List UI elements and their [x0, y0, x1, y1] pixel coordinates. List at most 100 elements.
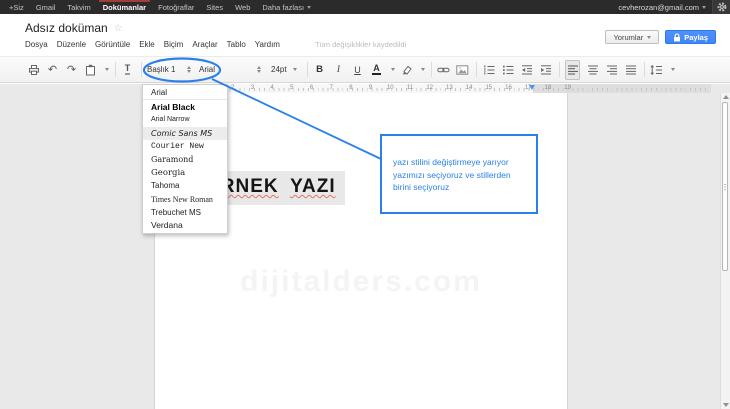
ruler-numbers: 12345678910111213141516171819 — [0, 84, 730, 93]
chevron-down-icon[interactable] — [421, 68, 425, 71]
highlight-color-button[interactable] — [400, 61, 413, 79]
topbar-right: cevherozan@gmail.com — [612, 0, 730, 14]
font-option-arial[interactable]: Arial — [143, 86, 227, 100]
font-option-arial-narrow[interactable]: Arial Narrow — [143, 113, 227, 126]
topbar-link-sites[interactable]: Sites — [200, 0, 229, 14]
menu-format[interactable]: Biçim — [164, 40, 184, 49]
toolbar-separator — [307, 62, 308, 77]
font-option-comic-sans[interactable]: Comic Sans MS — [143, 127, 227, 140]
topbar-link-documents[interactable]: Dokümanlar — [97, 0, 152, 14]
font-option-arial-black[interactable]: Arial Black — [143, 100, 227, 113]
outdent-button[interactable] — [520, 61, 533, 79]
indent-button[interactable] — [539, 61, 552, 79]
ruler-number: 4 — [267, 85, 277, 91]
numbered-list-icon — [483, 64, 495, 76]
document-canvas: ÖRNEK YAZI dijitalders.com — [0, 93, 730, 409]
ruler-number: 8 — [346, 85, 356, 91]
insert-link-button[interactable] — [437, 61, 450, 79]
vertical-scrollbar[interactable] — [720, 93, 730, 409]
scroll-down-arrow-icon[interactable] — [723, 403, 729, 407]
font-option-courier-new[interactable]: Courier New — [143, 140, 227, 153]
menu-tools[interactable]: Araçlar — [192, 40, 217, 49]
ruler-number: 10 — [385, 85, 395, 91]
ruler-number: 14 — [464, 85, 474, 91]
topbar-link-gmail[interactable]: Gmail — [30, 0, 62, 14]
scrollbar-thumb[interactable] — [722, 102, 728, 271]
menu-bar: Dosya Düzenle Görüntüle Ekle Biçim Araçl… — [25, 40, 406, 49]
ruler[interactable]: 12345678910111213141516171819 — [0, 84, 730, 93]
star-icon[interactable]: ☆ — [114, 23, 123, 34]
font-option-georgia[interactable]: Georgia — [143, 166, 227, 179]
styles-selector[interactable]: Başlık 1 — [147, 65, 191, 74]
bold-button[interactable]: B — [313, 61, 326, 79]
scrollbar-grip — [724, 184, 726, 190]
topbar-link-photos[interactable]: Fotoğraflar — [152, 0, 200, 14]
annotation-text: yazı stilini değiştirmeye yarıyor yazımı… — [382, 136, 536, 194]
document-header: Adsız doküman ☆ Yorumlar Paylaş Dosya Dü… — [0, 14, 730, 54]
gear-icon — [717, 2, 727, 12]
align-left-button[interactable] — [565, 60, 580, 80]
toolbar: ↶ ↷ T Başlık 1 Arial 24pt B I U A — [0, 56, 730, 83]
menu-edit[interactable]: Düzenle — [57, 40, 86, 49]
bulleted-list-button[interactable] — [501, 61, 514, 79]
menu-insert[interactable]: Ekle — [139, 40, 155, 49]
ruler-number: 18 — [543, 85, 553, 91]
menu-view[interactable]: Görüntüle — [95, 40, 130, 49]
scroll-up-arrow-icon[interactable] — [723, 95, 729, 99]
chevron-down-icon[interactable] — [671, 68, 675, 71]
page-title[interactable]: Adsız doküman — [25, 21, 108, 35]
google-docs-window: +Siz Gmail Takvim Dokümanlar Fotoğraflar… — [0, 0, 730, 409]
chevron-down-icon — [647, 36, 651, 39]
topbar-link-web[interactable]: Web — [229, 0, 256, 14]
font-option-times-new-roman[interactable]: Times New Roman — [143, 193, 227, 206]
right-indent-marker[interactable] — [529, 85, 535, 90]
font-selector[interactable]: Arial — [199, 65, 261, 74]
font-option-verdana[interactable]: Verdana — [143, 219, 227, 232]
line-spacing-button[interactable] — [650, 61, 663, 79]
ruler-number: 7 — [326, 85, 336, 91]
settings-gear-button[interactable] — [712, 0, 730, 14]
watermark-text: dijitalders.com — [240, 265, 482, 299]
insert-image-button[interactable] — [456, 61, 469, 79]
font-option-garamond[interactable]: Garamond — [143, 153, 227, 166]
paint-format-button[interactable]: T — [121, 61, 134, 79]
toolbar-separator — [431, 62, 432, 77]
share-button[interactable]: Paylaş — [665, 30, 716, 44]
undo-button[interactable]: ↶ — [46, 61, 59, 79]
chevron-down-icon[interactable] — [391, 68, 395, 71]
print-button[interactable] — [27, 61, 40, 79]
indent-icon — [540, 64, 552, 76]
web-clipboard-button[interactable] — [84, 61, 97, 79]
italic-button[interactable]: I — [332, 61, 345, 79]
topbar-link-more[interactable]: Daha fazlası — [256, 0, 317, 14]
numbered-list-button[interactable] — [482, 61, 495, 79]
underline-button[interactable]: U — [351, 61, 364, 79]
redo-button[interactable]: ↷ — [65, 61, 78, 79]
text-color-button[interactable]: A — [370, 61, 383, 79]
account-menu[interactable]: cevherozan@gmail.com — [612, 0, 712, 14]
font-option-tahoma[interactable]: Tahoma — [143, 179, 227, 192]
toolbar-separator — [476, 62, 477, 77]
align-right-icon — [606, 64, 618, 76]
styles-value: Başlık 1 — [147, 65, 175, 74]
font-size-selector[interactable]: 24pt — [271, 65, 297, 74]
chevron-down-icon[interactable] — [105, 68, 109, 71]
comments-button[interactable]: Yorumlar — [605, 30, 659, 44]
chevron-down-icon — [307, 6, 311, 9]
justify-button[interactable] — [624, 61, 637, 79]
outdent-icon — [521, 64, 533, 76]
font-option-trebuchet-ms[interactable]: Trebuchet MS — [143, 206, 227, 219]
menu-help[interactable]: Yardım — [255, 40, 280, 49]
align-center-button[interactable] — [586, 61, 599, 79]
align-right-button[interactable] — [605, 61, 618, 79]
menu-table[interactable]: Tablo — [227, 40, 246, 49]
toolbar-separator — [115, 62, 116, 77]
align-center-icon — [587, 64, 599, 76]
updown-arrows-icon — [257, 66, 261, 74]
menu-file[interactable]: Dosya — [25, 40, 48, 49]
bulleted-list-icon — [502, 64, 514, 76]
ruler-number: 2 — [228, 85, 238, 91]
topbar-link-plus-you[interactable]: +Siz — [3, 0, 30, 14]
topbar-link-calendar[interactable]: Takvim — [61, 0, 96, 14]
toolbar-separator — [644, 62, 645, 77]
